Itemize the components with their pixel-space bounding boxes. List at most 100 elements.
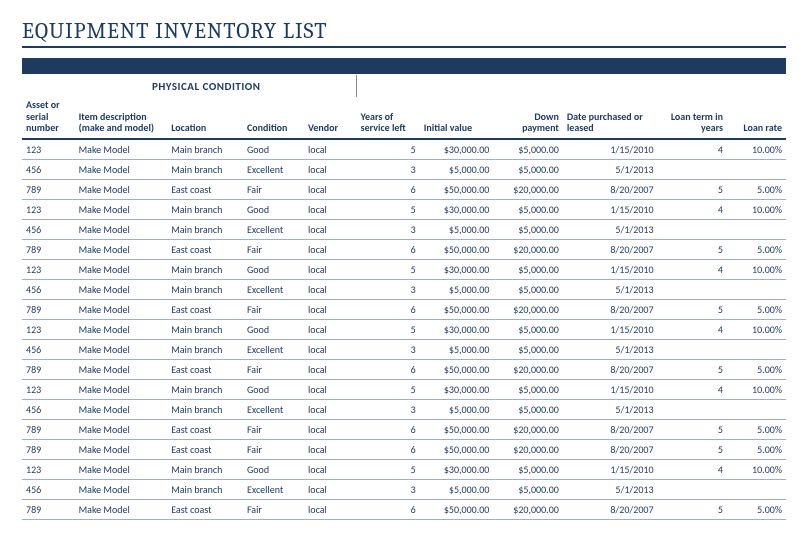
- cell-term: 5: [658, 179, 727, 199]
- cell-term: 4: [658, 379, 727, 399]
- cell-asset: 456: [22, 339, 75, 359]
- cell-location: East coast: [167, 359, 243, 379]
- cell-condition: Good: [243, 319, 304, 339]
- cell-years: 3: [357, 219, 420, 239]
- header-down: Down payment: [493, 97, 562, 139]
- cell-years: 3: [357, 399, 420, 419]
- table-row: 789Make ModelEast coastFairlocal6$50,000…: [22, 239, 786, 259]
- cell-asset: 456: [22, 399, 75, 419]
- cell-initval: $5,000.00: [420, 339, 494, 359]
- cell-location: Main branch: [167, 199, 243, 219]
- section-row: PHYSICAL CONDITION: [22, 74, 786, 97]
- cell-asset: 456: [22, 479, 75, 499]
- cell-asset: 789: [22, 419, 75, 439]
- table-row: 456Make ModelMain branchExcellentlocal3$…: [22, 339, 786, 359]
- cell-term: [658, 219, 727, 239]
- table-row: 789Make ModelEast coastFairlocal6$50,000…: [22, 439, 786, 459]
- cell-initval: $5,000.00: [420, 279, 494, 299]
- cell-asset: 789: [22, 499, 75, 519]
- cell-condition: Fair: [243, 299, 304, 319]
- cell-vendor: local: [304, 239, 357, 259]
- cell-term: [658, 479, 727, 499]
- cell-initval: $5,000.00: [420, 219, 494, 239]
- cell-date: 1/15/2010: [563, 459, 658, 479]
- cell-rate: [727, 279, 786, 299]
- cell-down: $20,000.00: [493, 439, 562, 459]
- cell-initval: $5,000.00: [420, 399, 494, 419]
- cell-vendor: local: [304, 299, 357, 319]
- cell-term: 5: [658, 239, 727, 259]
- cell-initval: $30,000.00: [420, 379, 494, 399]
- cell-desc: Make Model: [75, 359, 168, 379]
- table-row: 123Make ModelMain branchGoodlocal5$30,00…: [22, 319, 786, 339]
- cell-down: $20,000.00: [493, 499, 562, 519]
- cell-date: 5/1/2013: [563, 339, 658, 359]
- cell-vendor: local: [304, 199, 357, 219]
- cell-term: [658, 399, 727, 419]
- cell-term: [658, 339, 727, 359]
- cell-rate: 10.00%: [727, 319, 786, 339]
- cell-date: 8/20/2007: [563, 419, 658, 439]
- cell-condition: Excellent: [243, 339, 304, 359]
- header-location: Location: [167, 97, 243, 139]
- table-header-row: Asset or serial number Item description …: [22, 97, 786, 139]
- cell-initval: $30,000.00: [420, 139, 494, 160]
- table-row: 123Make ModelMain branchGoodlocal5$30,00…: [22, 379, 786, 399]
- cell-date: 8/20/2007: [563, 499, 658, 519]
- cell-location: East coast: [167, 239, 243, 259]
- cell-date: 1/15/2010: [563, 319, 658, 339]
- cell-date: 1/15/2010: [563, 259, 658, 279]
- cell-date: 8/20/2007: [563, 439, 658, 459]
- cell-location: East coast: [167, 499, 243, 519]
- cell-initval: $5,000.00: [420, 159, 494, 179]
- cell-rate: 5.00%: [727, 239, 786, 259]
- cell-years: 3: [357, 479, 420, 499]
- cell-years: 5: [357, 259, 420, 279]
- cell-term: 4: [658, 199, 727, 219]
- cell-date: 5/1/2013: [563, 159, 658, 179]
- cell-condition: Excellent: [243, 219, 304, 239]
- cell-years: 6: [357, 359, 420, 379]
- cell-asset: 123: [22, 459, 75, 479]
- cell-date: 5/1/2013: [563, 219, 658, 239]
- cell-term: 4: [658, 459, 727, 479]
- cell-rate: 5.00%: [727, 419, 786, 439]
- cell-down: $5,000.00: [493, 479, 562, 499]
- cell-condition: Excellent: [243, 479, 304, 499]
- table-row: 456Make ModelMain branchExcellentlocal3$…: [22, 479, 786, 499]
- cell-vendor: local: [304, 399, 357, 419]
- cell-condition: Excellent: [243, 159, 304, 179]
- cell-years: 3: [357, 159, 420, 179]
- cell-down: $5,000.00: [493, 259, 562, 279]
- cell-initval: $50,000.00: [420, 179, 494, 199]
- table-row: 123Make ModelMain branchGoodlocal5$30,00…: [22, 199, 786, 219]
- cell-date: 1/15/2010: [563, 379, 658, 399]
- cell-rate: 10.00%: [727, 139, 786, 160]
- cell-desc: Make Model: [75, 279, 168, 299]
- cell-down: $5,000.00: [493, 219, 562, 239]
- page-title: EQUIPMENT INVENTORY LIST: [22, 18, 786, 48]
- table-row: 456Make ModelMain branchExcellentlocal3$…: [22, 159, 786, 179]
- table-row: 789Make ModelEast coastFairlocal6$50,000…: [22, 499, 786, 519]
- cell-rate: [727, 219, 786, 239]
- cell-condition: Fair: [243, 499, 304, 519]
- cell-location: Main branch: [167, 399, 243, 419]
- cell-initval: $50,000.00: [420, 359, 494, 379]
- cell-years: 6: [357, 179, 420, 199]
- cell-desc: Make Model: [75, 419, 168, 439]
- cell-down: $5,000.00: [493, 339, 562, 359]
- cell-date: 5/1/2013: [563, 279, 658, 299]
- cell-asset: 789: [22, 439, 75, 459]
- cell-condition: Excellent: [243, 399, 304, 419]
- cell-term: 4: [658, 139, 727, 160]
- cell-years: 6: [357, 239, 420, 259]
- cell-condition: Fair: [243, 359, 304, 379]
- cell-term: 5: [658, 299, 727, 319]
- cell-condition: Fair: [243, 179, 304, 199]
- cell-down: $20,000.00: [493, 179, 562, 199]
- cell-initval: $30,000.00: [420, 459, 494, 479]
- table-row: 789Make ModelEast coastFairlocal6$50,000…: [22, 359, 786, 379]
- cell-condition: Good: [243, 199, 304, 219]
- cell-years: 5: [357, 379, 420, 399]
- cell-location: Main branch: [167, 479, 243, 499]
